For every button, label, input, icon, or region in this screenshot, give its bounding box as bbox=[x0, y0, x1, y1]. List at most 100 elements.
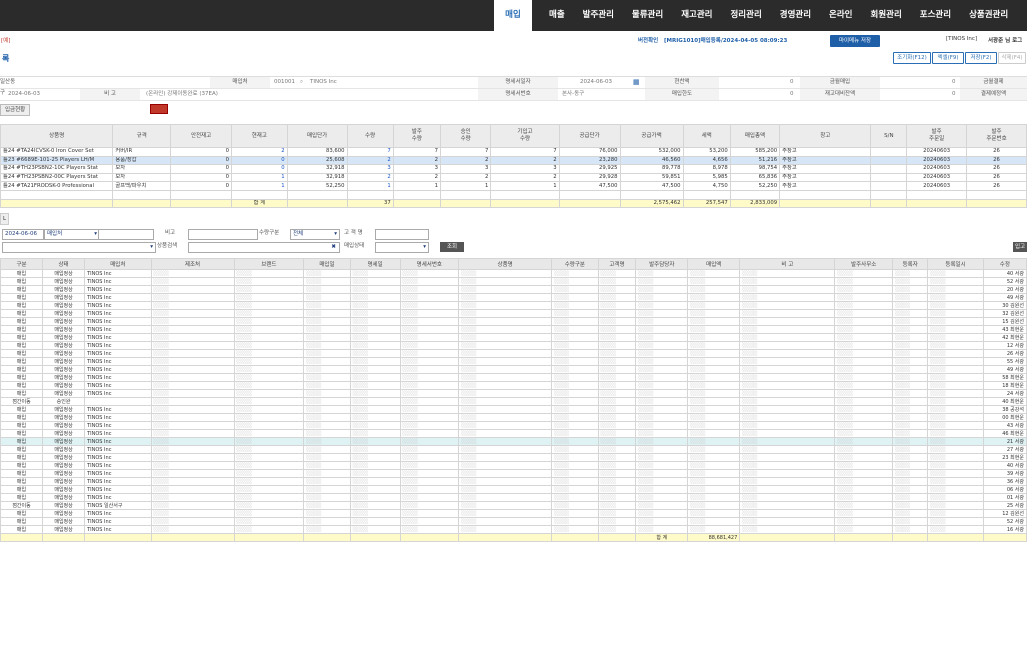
cell-safe[interactable]: 0 bbox=[170, 147, 233, 157]
cell-wh[interactable]: 주창고 bbox=[779, 155, 872, 166]
column-header[interactable]: 제조처 bbox=[150, 258, 235, 270]
cell[interactable]: 매입 bbox=[0, 389, 44, 398]
table-row[interactable]: 매입 매입정상 TINOS Inc ░░░░ ░░░░ ░░░░ ░░░░ ░░░░ ░░░░ ░… bbox=[0, 277, 1027, 286]
cell[interactable]: TINOS Inc bbox=[84, 461, 152, 470]
column-header[interactable]: 구분 bbox=[0, 258, 44, 270]
cell-unit[interactable]: 76,000 bbox=[558, 147, 621, 157]
cell-in[interactable]: 3 bbox=[490, 164, 560, 174]
cell-sn[interactable] bbox=[870, 172, 908, 183]
column-header[interactable]: 수량 bbox=[346, 124, 394, 148]
my-menu-button[interactable]: 마이메뉴 저장 bbox=[830, 35, 880, 47]
filter-memo-input[interactable] bbox=[188, 229, 258, 240]
table-row[interactable]: 매입 매입정상 TINOS Inc ░░░░ ░░░░ ░░░░ ░░░░ ░░░░ ░░░░ ░… bbox=[0, 269, 1027, 278]
cell[interactable]: 25 서광 bbox=[982, 501, 1027, 510]
column-header[interactable]: 명세서번호 bbox=[399, 258, 460, 270]
cell-safe[interactable]: 0 bbox=[170, 172, 233, 183]
cell[interactable]: 매입 bbox=[0, 413, 44, 422]
cell[interactable]: TINOS Inc bbox=[84, 469, 152, 478]
table-row[interactable]: 매입 매입정상 TINOS Inc ░░░░ ░░░░ ░░░░ ░░░░ ░░░░ ░░░░ ░… bbox=[0, 445, 1027, 454]
cell-name[interactable]: 틀23 #6689E-101-25 Players LH/M bbox=[0, 155, 114, 166]
nav-item[interactable]: 매입 bbox=[494, 0, 532, 31]
column-header[interactable]: 등록자 bbox=[891, 258, 929, 270]
cell[interactable]: TINOS Inc bbox=[84, 357, 152, 366]
cell[interactable]: TINOS Inc bbox=[84, 493, 152, 502]
table-row[interactable]: 매입 매입정상 TINOS Inc ░░░░ ░░░░ ░░░░ ░░░░ ░░░░ ░░░░ ░… bbox=[0, 509, 1027, 518]
table-row[interactable]: 매입 매입정상 TINOS Inc ░░░░ ░░░░ ░░░░ ░░░░ ░░░░ ░░░░ ░… bbox=[0, 381, 1027, 390]
cell[interactable]: 18 최현운 bbox=[982, 381, 1027, 390]
table-row[interactable]: 매입 매입정상 TINOS Inc ░░░░ ░░░░ ░░░░ ░░░░ ░░░░ ░░░░ ░… bbox=[0, 373, 1027, 382]
table-row[interactable]: 점간이동 매입정상 TINOS 일산서구 ░░░░ ░░░░ ░░░░ ░░░░ ░░░░ ░░… bbox=[0, 501, 1027, 510]
cell[interactable]: 매입정상 bbox=[42, 301, 86, 310]
cell[interactable]: 매입 bbox=[0, 469, 44, 478]
search-icon[interactable]: ⌕ bbox=[300, 77, 303, 88]
nav-item[interactable]: 매출 bbox=[540, 0, 574, 31]
table-row[interactable]: 매입 매입정상 TINOS Inc ░░░░ ░░░░ ░░░░ ░░░░ ░░░░ ░░░░ ░… bbox=[0, 405, 1027, 414]
column-header[interactable]: 안전재고 bbox=[170, 124, 233, 148]
vendor-name[interactable]: TINOS Inc bbox=[310, 77, 337, 88]
cell-no[interactable]: 26 bbox=[966, 181, 1027, 191]
cell-wh[interactable]: 주창고 bbox=[779, 164, 872, 174]
cell[interactable]: TINOS Inc bbox=[84, 309, 152, 318]
cell[interactable]: TINOS Inc bbox=[84, 269, 152, 278]
column-header[interactable]: 공급단가 bbox=[558, 124, 621, 148]
cell[interactable]: TINOS Inc bbox=[84, 381, 152, 390]
cell[interactable]: 매입 bbox=[0, 421, 44, 430]
cell[interactable]: 21 서광 bbox=[982, 437, 1027, 446]
cell[interactable]: 매입 bbox=[0, 325, 44, 334]
cell[interactable]: 매입정상 bbox=[42, 357, 86, 366]
cell[interactable]: 매입정상 bbox=[42, 365, 86, 374]
cell[interactable]: 매입정상 bbox=[42, 485, 86, 494]
table-row[interactable]: 매입 매입정상 TINOS Inc ░░░░ ░░░░ ░░░░ ░░░░ ░░░░ ░░░░ ░… bbox=[0, 357, 1027, 366]
cell[interactable]: 43 서광 bbox=[982, 421, 1027, 430]
table-row[interactable]: 매입 매입정상 TINOS Inc ░░░░ ░░░░ ░░░░ ░░░░ ░░░░ ░░░░ ░… bbox=[0, 437, 1027, 446]
cell[interactable]: TINOS Inc bbox=[84, 517, 152, 526]
cell-tax[interactable]: 5,985 bbox=[682, 172, 731, 183]
cell[interactable]: 매입정상 bbox=[42, 493, 86, 502]
column-header[interactable]: 비 고 bbox=[739, 258, 836, 270]
table-row[interactable]: 매입 매입정상 TINOS Inc ░░░░ ░░░░ ░░░░ ░░░░ ░░░░ ░░░░ ░… bbox=[0, 453, 1027, 462]
column-header[interactable]: 등록일시 bbox=[927, 258, 984, 270]
clear-icon[interactable]: ✖ bbox=[331, 243, 339, 252]
cell[interactable]: 매입정상 bbox=[42, 381, 86, 390]
cell-stock[interactable]: 0 bbox=[231, 164, 288, 174]
column-header[interactable]: 상품명 bbox=[458, 258, 553, 270]
cell[interactable]: 매입정상 bbox=[42, 525, 86, 534]
cell[interactable]: 매입정상 bbox=[42, 445, 86, 454]
column-header[interactable]: 명세일 bbox=[349, 258, 401, 270]
cell[interactable]: 매입정상 bbox=[42, 309, 86, 318]
column-header[interactable]: 브랜드 bbox=[233, 258, 305, 270]
cell[interactable]: 점간이동 bbox=[0, 501, 44, 510]
nav-item[interactable]: 온라인 bbox=[820, 0, 861, 31]
cell[interactable]: 매입정상 bbox=[42, 413, 86, 422]
cell-in[interactable]: 2 bbox=[490, 155, 560, 166]
nav-item[interactable]: 발주관리 bbox=[574, 0, 623, 31]
column-header[interactable]: 창고 bbox=[779, 124, 872, 148]
table-row[interactable]: 매입 매입정상 TINOS Inc ░░░░ ░░░░ ░░░░ ░░░░ ░░░░ ░░░░ ░… bbox=[0, 285, 1027, 294]
cell[interactable]: 매입정상 bbox=[42, 269, 86, 278]
cell[interactable]: TINOS Inc bbox=[84, 293, 152, 302]
table-row[interactable]: 매입 매입정상 TINOS Inc ░░░░ ░░░░ ░░░░ ░░░░ ░░░░ ░░░░ ░… bbox=[0, 413, 1027, 422]
cell[interactable]: TINOS Inc bbox=[84, 333, 152, 342]
cell[interactable]: 55 서광 bbox=[982, 357, 1027, 366]
table-row[interactable]: 틀24 #TH23PSBN2-10C Players Stat 모자 0 0 32,91… bbox=[0, 164, 1027, 174]
cell[interactable]: TINOS Inc bbox=[84, 349, 152, 358]
cell[interactable]: 26 서광 bbox=[982, 349, 1027, 358]
cell-date[interactable]: 20240603 bbox=[906, 172, 968, 183]
cell-unit[interactable]: 29,925 bbox=[558, 164, 621, 174]
cell-po[interactable]: 1 bbox=[392, 181, 441, 191]
cell[interactable]: TINOS Inc bbox=[84, 285, 152, 294]
cell-in[interactable]: 7 bbox=[490, 147, 560, 157]
filter-date[interactable]: 2024-06-06 bbox=[2, 229, 44, 240]
cell-no[interactable]: 26 bbox=[966, 172, 1027, 183]
cell-wh[interactable]: 주창고 bbox=[779, 172, 872, 183]
cell[interactable]: 매입 bbox=[0, 517, 44, 526]
table-row[interactable]: 점간이동 승인완 ░░░░ ░░░░ ░░░░ ░░░░ ░░░░ ░░░░ ░░░░ ░░░░ ░… bbox=[0, 397, 1027, 406]
cell-ap[interactable]: 7 bbox=[439, 147, 492, 157]
cell[interactable]: 매입정상 bbox=[42, 469, 86, 478]
column-header[interactable]: 매입총액 bbox=[729, 124, 781, 148]
cell[interactable]: 40 서광 bbox=[982, 461, 1027, 470]
column-header[interactable]: 수정 bbox=[982, 258, 1027, 270]
cell-name[interactable]: 틀24 #TH23PSBN2-10C Players Stat bbox=[0, 164, 114, 174]
table-row[interactable]: 매입 매입정상 TINOS Inc ░░░░ ░░░░ ░░░░ ░░░░ ░░░░ ░░░░ ░… bbox=[0, 317, 1027, 326]
product-search-input[interactable]: ✖ bbox=[188, 242, 340, 253]
